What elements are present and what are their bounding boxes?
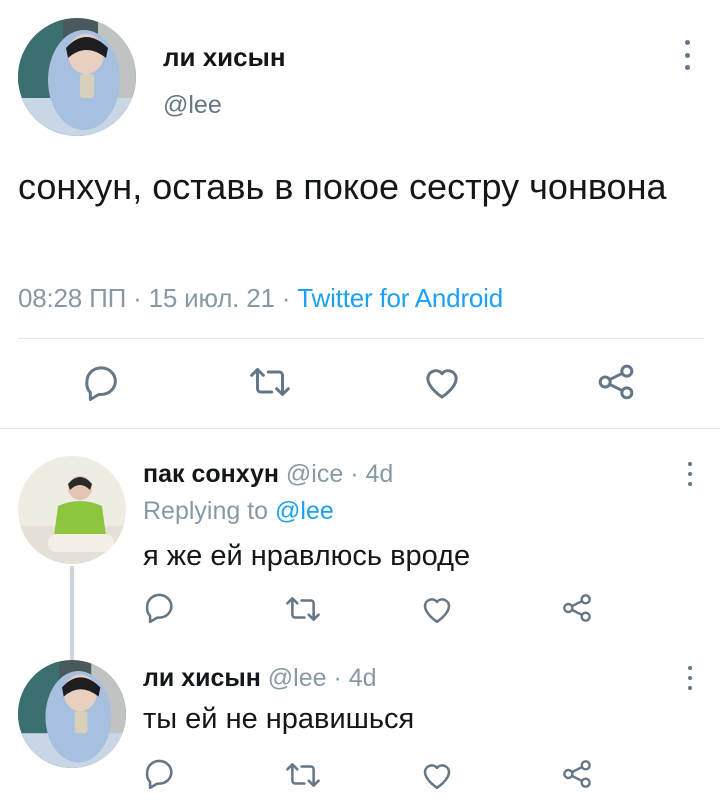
reply-text: ты ей не нравишься <box>143 703 415 735</box>
reply-text: я же ей нравлюсь вроде <box>143 540 471 572</box>
reply-author-name[interactable]: ли хисын <box>143 664 261 692</box>
reply-avatar[interactable] <box>18 660 126 768</box>
replying-to-label: Replying to <box>143 497 269 525</box>
meta-separator: · <box>333 664 342 692</box>
replying-to-handle[interactable]: @lee <box>275 497 334 525</box>
reply-icon[interactable] <box>143 590 177 624</box>
retweet-icon[interactable] <box>248 362 292 402</box>
tweet-time: 08:28 ПП <box>18 283 127 313</box>
meta-separator: · <box>133 283 142 313</box>
more-icon[interactable] <box>677 40 697 70</box>
tweet-meta: 08:28 ПП · 15 июл. 21 · Twitter for Andr… <box>18 283 503 314</box>
reply-author-handle[interactable]: @ice <box>286 460 343 488</box>
retweet-icon[interactable] <box>284 758 322 792</box>
reply-age: 4d <box>365 460 394 488</box>
tweet-text: сонхун, оставь в покое сестру чонвона <box>18 166 667 207</box>
thread-line <box>70 566 74 660</box>
reply-icon[interactable] <box>143 756 177 790</box>
reply-author-name[interactable]: пак сонхун <box>143 460 279 488</box>
reply-avatar[interactable] <box>18 456 126 564</box>
reply-header: ли хисын @lee · 4d <box>143 664 377 693</box>
like-icon[interactable] <box>419 758 455 792</box>
more-icon[interactable] <box>680 666 700 690</box>
like-icon[interactable] <box>419 592 455 626</box>
author-handle[interactable]: @lee <box>163 91 222 120</box>
retweet-icon[interactable] <box>284 592 322 626</box>
reply-age: 4d <box>348 664 377 692</box>
share-icon[interactable] <box>561 758 593 790</box>
more-icon[interactable] <box>680 462 700 486</box>
section-divider <box>0 428 720 429</box>
author-name[interactable]: ли хисын <box>163 42 286 73</box>
reply-author-handle[interactable]: @lee <box>268 664 327 692</box>
divider <box>18 338 704 339</box>
meta-separator: · <box>350 460 359 488</box>
share-icon[interactable] <box>596 362 636 402</box>
replying-to: Replying to @lee <box>143 497 334 526</box>
author-avatar[interactable] <box>18 18 136 136</box>
meta-separator: · <box>281 283 291 313</box>
like-icon[interactable] <box>421 362 463 402</box>
share-icon[interactable] <box>561 592 593 624</box>
reply-icon[interactable] <box>82 362 122 402</box>
tweet-date: 15 июл. 21 <box>148 283 275 313</box>
tweet-source-link[interactable]: Twitter for Android <box>297 283 503 313</box>
reply-header: пак сонхун @ice · 4d <box>143 460 393 489</box>
